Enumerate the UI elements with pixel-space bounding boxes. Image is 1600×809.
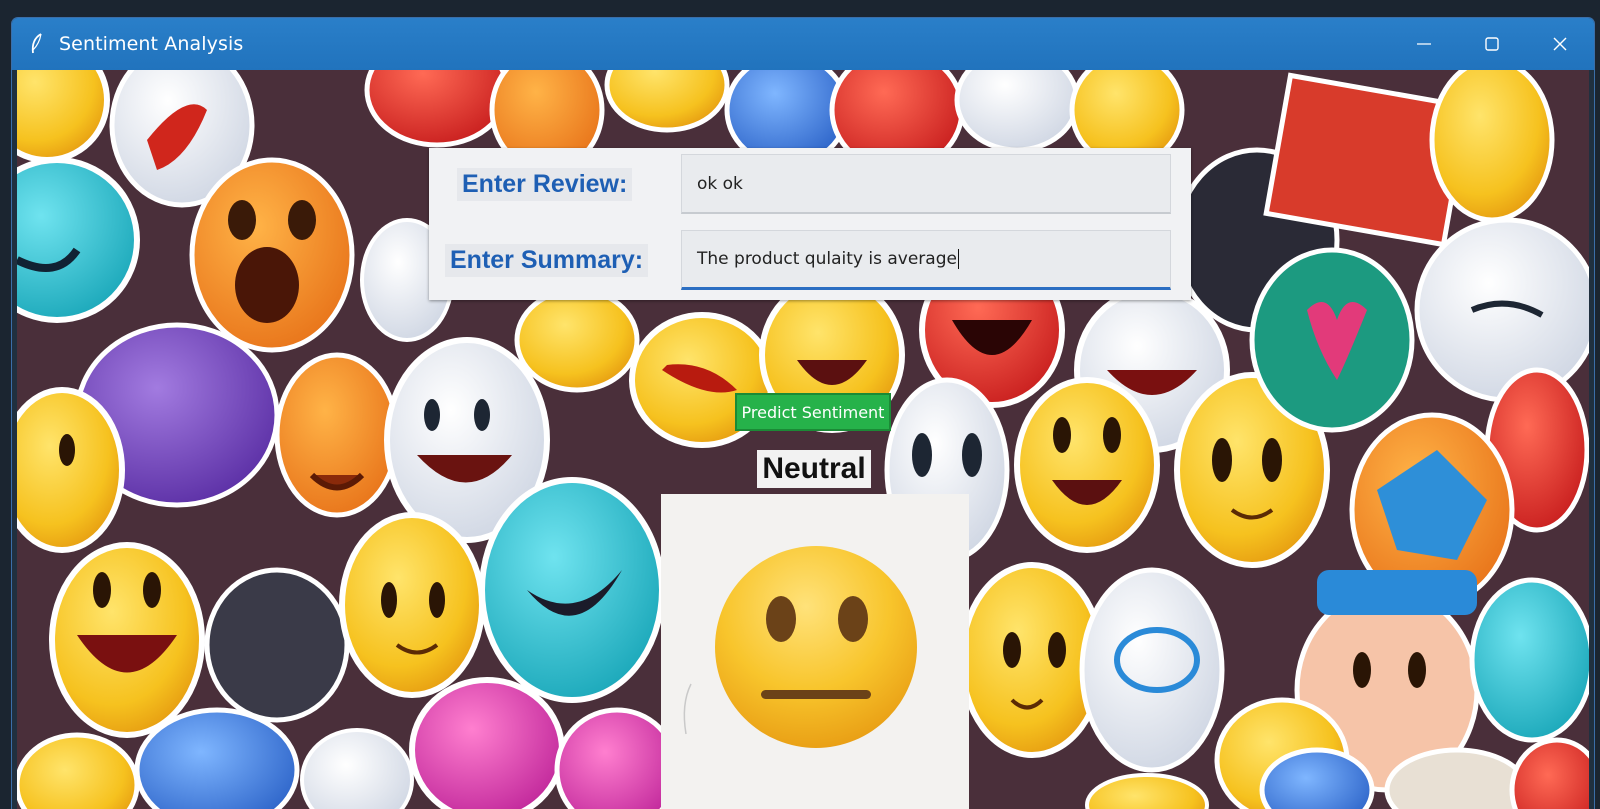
sentiment-result-image: [661, 494, 969, 809]
sentiment-result-label: Neutral: [757, 450, 871, 488]
main-canvas: Enter Review: ok ok Enter Summary: The p…: [17, 70, 1589, 809]
text-caret: [957, 249, 959, 269]
window-controls: [1390, 18, 1594, 70]
review-label: Enter Review:: [457, 168, 633, 201]
input-form-panel: Enter Review: ok ok Enter Summary: The p…: [429, 148, 1191, 300]
close-icon: [1553, 37, 1567, 51]
title-bar[interactable]: Sentiment Analysis: [12, 18, 1594, 70]
maximize-button[interactable]: [1458, 18, 1526, 70]
neutral-face-emoji-icon: [683, 546, 917, 748]
review-input-value: ok ok: [697, 173, 743, 194]
predict-sentiment-button[interactable]: Predict Sentiment: [735, 393, 891, 431]
summary-label: Enter Summary:: [445, 244, 649, 277]
feather-icon: [30, 33, 44, 55]
minimize-icon: [1417, 43, 1431, 45]
minimize-button[interactable]: [1390, 18, 1458, 70]
maximize-icon: [1485, 37, 1499, 51]
app-window: Sentiment Analysis Enter Review: ok ok E…: [12, 18, 1594, 809]
review-input[interactable]: ok ok: [681, 154, 1171, 214]
summary-input[interactable]: The product qulaity is average: [681, 230, 1171, 290]
window-title: Sentiment Analysis: [59, 33, 244, 55]
summary-input-value: The product qulaity is average: [697, 249, 957, 269]
close-button[interactable]: [1526, 18, 1594, 70]
